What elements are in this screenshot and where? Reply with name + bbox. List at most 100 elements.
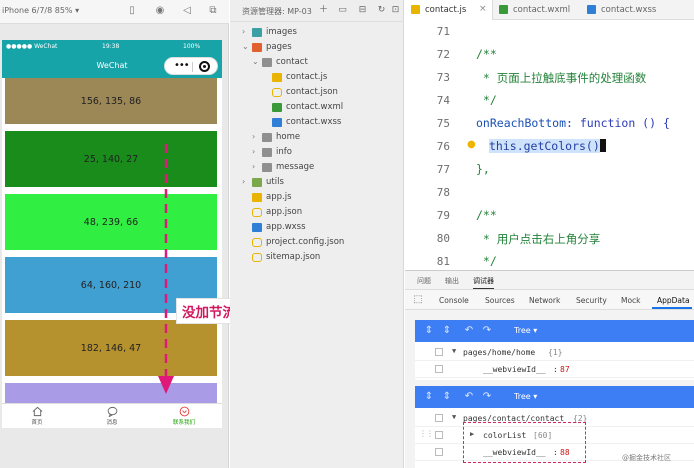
split-icon[interactable]: ⊡	[390, 5, 401, 16]
line-number: 81	[436, 255, 450, 268]
code-line[interactable]: 74 */	[405, 89, 694, 113]
chevron-right-icon[interactable]: ›	[252, 147, 255, 156]
view-mode-dropdown[interactable]: Tree ▾	[514, 392, 537, 401]
code-line[interactable]: 79 /**	[405, 204, 694, 228]
chevron-right-icon[interactable]: ›	[242, 177, 245, 186]
view-mode-dropdown[interactable]: Tree ▾	[514, 326, 537, 335]
tree-item-label: message	[276, 162, 315, 172]
watermark: @掘金技术社区	[622, 453, 671, 463]
drag-handle-icon[interactable]: ⋮⋮	[419, 429, 434, 438]
tree-item-contact-wxss[interactable]: contact.wxss	[230, 115, 404, 130]
tab-security[interactable]: Security	[576, 296, 607, 305]
more-icon[interactable]: •••	[174, 59, 190, 73]
checkbox[interactable]	[435, 431, 443, 439]
new-file-icon[interactable]: ＋	[318, 5, 329, 16]
tree-item-pages[interactable]: ⌄ pages	[230, 40, 404, 55]
line-number: 72	[436, 48, 450, 61]
tree-node-webviewid[interactable]: __webviewId__ : 87	[415, 361, 694, 378]
color-block: 156, 135, 86	[5, 78, 217, 124]
tab-network[interactable]: Network	[529, 296, 560, 305]
device-selector[interactable]: iPhone 6/7/8 85% ▾	[2, 6, 79, 15]
checkbox[interactable]	[435, 365, 443, 373]
tree-item-label: app.wxss	[266, 222, 306, 232]
undo-icon[interactable]: ↶	[463, 325, 475, 337]
code-line[interactable]: 76 ● this.getColors()	[405, 135, 694, 159]
code-line[interactable]: 73 * 页面上拉触底事件的处理函数	[405, 66, 694, 90]
tab-debugger[interactable]: 调试器	[473, 276, 494, 289]
collapse-toggle-icon[interactable]: ▼	[452, 413, 456, 421]
code-line[interactable]: 72 /**	[405, 43, 694, 67]
tree-node-home[interactable]: ▼ pages/home/home {1}	[415, 344, 694, 361]
tree-item-app-js[interactable]: app.js	[230, 190, 404, 205]
record-icon[interactable]: ◉	[154, 5, 166, 17]
collapse-icon[interactable]: ⇕	[441, 325, 453, 337]
tab-contact-js[interactable]: contact.js ×	[405, 0, 493, 20]
volume-icon[interactable]: ◁	[181, 5, 193, 17]
tab-output[interactable]: 输出	[445, 276, 459, 286]
checkbox[interactable]	[435, 414, 443, 422]
tree-item-contact-js[interactable]: contact.js	[230, 70, 404, 85]
navigation-bar: WeChat •••	[2, 53, 222, 78]
lightbulb-icon[interactable]: ●	[467, 139, 476, 150]
tree-item-label: app.json	[266, 207, 303, 217]
tab-contact-wxml[interactable]: contact.wxml	[493, 0, 579, 20]
color-block: 48, 239, 66	[5, 194, 217, 250]
tree-item-home[interactable]: › home	[230, 130, 404, 145]
collapse-icon[interactable]: ⊟	[357, 5, 368, 16]
tab-contact-wxss[interactable]: contact.wxss	[581, 0, 681, 20]
code-line[interactable]: 77},	[405, 158, 694, 182]
code-line[interactable]: 78	[405, 181, 694, 205]
tab-problems[interactable]: 问题	[417, 276, 431, 286]
tree-item-utils[interactable]: › utils	[230, 175, 404, 190]
tree-item-app-wxss[interactable]: app.wxss	[230, 220, 404, 235]
expand-icon[interactable]: ⇕	[423, 325, 435, 337]
wxss-file-icon	[587, 5, 596, 14]
code-line[interactable]: 80 * 用户点击右上角分享	[405, 227, 694, 251]
tab-contact[interactable]: 联系我们	[159, 406, 209, 426]
redo-icon[interactable]: ↷	[481, 325, 493, 337]
tab-appdata[interactable]: AppData	[657, 296, 690, 305]
tab-sources[interactable]: Sources	[485, 296, 515, 305]
clock-text: 19:38	[102, 43, 120, 50]
folder-icon	[252, 28, 262, 37]
close-miniprogram-icon[interactable]	[199, 61, 210, 72]
expand-icon[interactable]: ⇕	[423, 391, 435, 403]
tree-item-app-json[interactable]: app.json	[230, 205, 404, 220]
chevron-right-icon[interactable]: ›	[252, 162, 255, 171]
refresh-icon[interactable]: ↻	[376, 5, 387, 16]
tree-item-info[interactable]: › info	[230, 145, 404, 160]
tree-item-contact-wxml[interactable]: contact.wxml	[230, 100, 404, 115]
tree-item-sitemap-json[interactable]: sitemap.json	[230, 250, 404, 265]
tree-item-images[interactable]: › images	[230, 25, 404, 40]
wxml-file-icon	[272, 103, 282, 112]
color-list[interactable]: 156, 135, 86 25, 140, 27 48, 239, 66 64, 16…	[2, 78, 222, 403]
undo-icon[interactable]: ↶	[463, 391, 475, 403]
tree-item-contact[interactable]: ⌄ contact	[230, 55, 404, 70]
checkbox[interactable]	[435, 448, 443, 456]
tab-mock[interactable]: Mock	[621, 296, 641, 305]
tab-message[interactable]: 消息	[87, 406, 137, 426]
new-folder-icon[interactable]: ▭	[337, 5, 348, 16]
inspect-icon[interactable]: ⬚	[412, 294, 424, 306]
collapse-toggle-icon[interactable]: ▼	[452, 347, 456, 355]
tree-item-project-config-json[interactable]: project.config.json	[230, 235, 404, 250]
collapse-icon[interactable]: ⇕	[441, 391, 453, 403]
redo-icon[interactable]: ↷	[481, 391, 493, 403]
code-line[interactable]: 75 onReachBottom: function () {	[405, 112, 694, 136]
chevron-right-icon[interactable]: ›	[252, 132, 255, 141]
popout-icon[interactable]: ⧉	[207, 5, 219, 17]
code-text: /**	[476, 208, 497, 222]
tree-item-message[interactable]: › message	[230, 160, 404, 175]
chevron-right-icon[interactable]: ›	[242, 27, 245, 36]
chevron-down-icon[interactable]: ⌄	[242, 42, 249, 51]
tab-home[interactable]: 首页	[12, 406, 62, 426]
checkbox[interactable]	[435, 348, 443, 356]
node-key: __webviewId__	[483, 365, 546, 374]
phone-icon[interactable]: ▯	[126, 5, 138, 17]
tab-console[interactable]: Console	[439, 296, 469, 305]
close-tab-icon[interactable]: ×	[479, 4, 487, 14]
tab-label: contact.js	[425, 5, 467, 15]
chevron-down-icon[interactable]: ⌄	[252, 57, 259, 66]
tree-item-contact-json[interactable]: contact.json	[230, 85, 404, 100]
code-line[interactable]: 71	[405, 20, 694, 44]
